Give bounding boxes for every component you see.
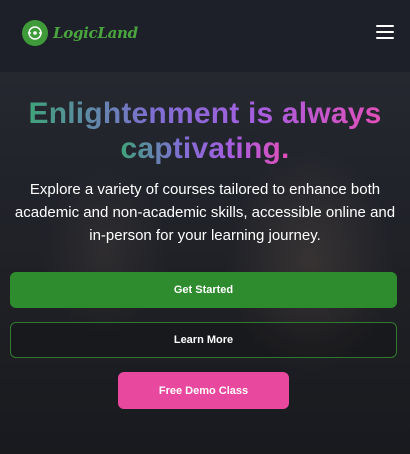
free-demo-class-button[interactable]: Free Demo Class xyxy=(118,372,289,409)
get-started-button[interactable]: Get Started xyxy=(10,272,397,308)
logo[interactable]: LogicLand xyxy=(22,20,138,46)
hero-subtitle: Explore a variety of courses tailored to… xyxy=(14,181,396,244)
hamburger-menu-icon[interactable] xyxy=(376,22,396,40)
learn-more-button[interactable]: Learn More xyxy=(10,322,397,358)
navbar: LogicLand xyxy=(0,0,410,72)
logo-mark-icon xyxy=(22,20,48,46)
hero-title: Enlightenment is always captivating. xyxy=(0,96,410,166)
hero-title-line1: Enlightenment is always xyxy=(28,97,382,130)
logo-text: LogicLand xyxy=(53,24,138,42)
hero-title-line2: captivating. xyxy=(120,132,290,165)
